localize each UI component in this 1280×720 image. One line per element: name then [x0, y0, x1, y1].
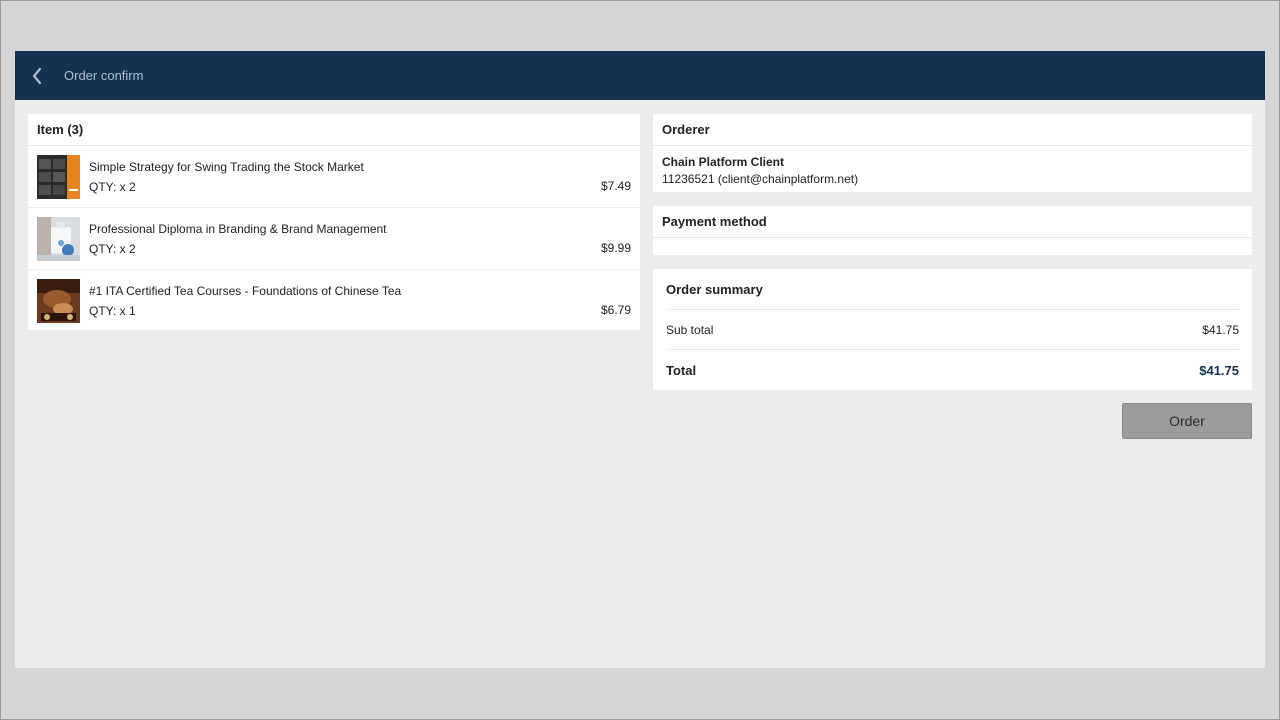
summary-heading: Order summary	[666, 269, 1239, 310]
top-bar: Order confirm	[15, 51, 1265, 100]
book-thumbnail	[37, 154, 80, 199]
orderer-contact: 11236521 (client@chainplatform.net)	[662, 172, 859, 186]
item-qty: QTY: x 2	[89, 241, 136, 256]
payment-method-card[interactable]: Payment method	[653, 206, 1252, 255]
back-button[interactable]	[15, 51, 59, 100]
item-name: Simple Strategy for Swing Trading the St…	[89, 159, 364, 174]
item-qty: QTY: x 2	[89, 179, 136, 194]
items-card: Item (3) Simple Strategy for Swing Tradi…	[28, 114, 640, 330]
orderer-heading: Orderer	[653, 114, 1252, 146]
total-value: $41.75	[1199, 362, 1239, 378]
item-price: $7.49	[600, 179, 631, 193]
subtotal-row: Sub total $41.75	[666, 310, 1239, 350]
item-name: Professional Diploma in Branding & Brand…	[89, 221, 387, 236]
item-price: $6.79	[600, 303, 631, 317]
item-price: $9.99	[600, 241, 631, 255]
order-button[interactable]: Order	[1122, 403, 1252, 439]
product-thumbnail	[37, 216, 80, 261]
payment-heading: Payment method	[653, 206, 1252, 238]
app-window: Order confirm Item (3) Simple Strategy f…	[15, 51, 1265, 668]
total-label: Total	[666, 362, 697, 378]
list-item[interactable]: Professional Diploma in Branding & Brand…	[28, 208, 640, 270]
item-name: #1 ITA Certified Tea Courses - Foundatio…	[89, 283, 402, 298]
tea-thumbnail	[37, 278, 80, 323]
chevron-left-icon	[32, 67, 42, 84]
page-title: Order confirm	[64, 68, 144, 83]
subtotal-label: Sub total	[666, 322, 714, 337]
list-item[interactable]: Simple Strategy for Swing Trading the St…	[28, 146, 640, 208]
orderer-name: Chain Platform Client	[662, 155, 785, 169]
subtotal-value: $41.75	[1202, 322, 1239, 337]
list-item[interactable]: #1 ITA Certified Tea Courses - Foundatio…	[28, 270, 640, 331]
total-row: Total $41.75	[666, 350, 1239, 390]
orderer-card: Orderer Chain Platform Client 11236521 (…	[653, 114, 1252, 192]
item-qty: QTY: x 1	[89, 303, 136, 318]
order-summary-card: Order summary Sub total $41.75 Total $41…	[653, 269, 1252, 390]
items-heading: Item (3)	[28, 114, 640, 146]
